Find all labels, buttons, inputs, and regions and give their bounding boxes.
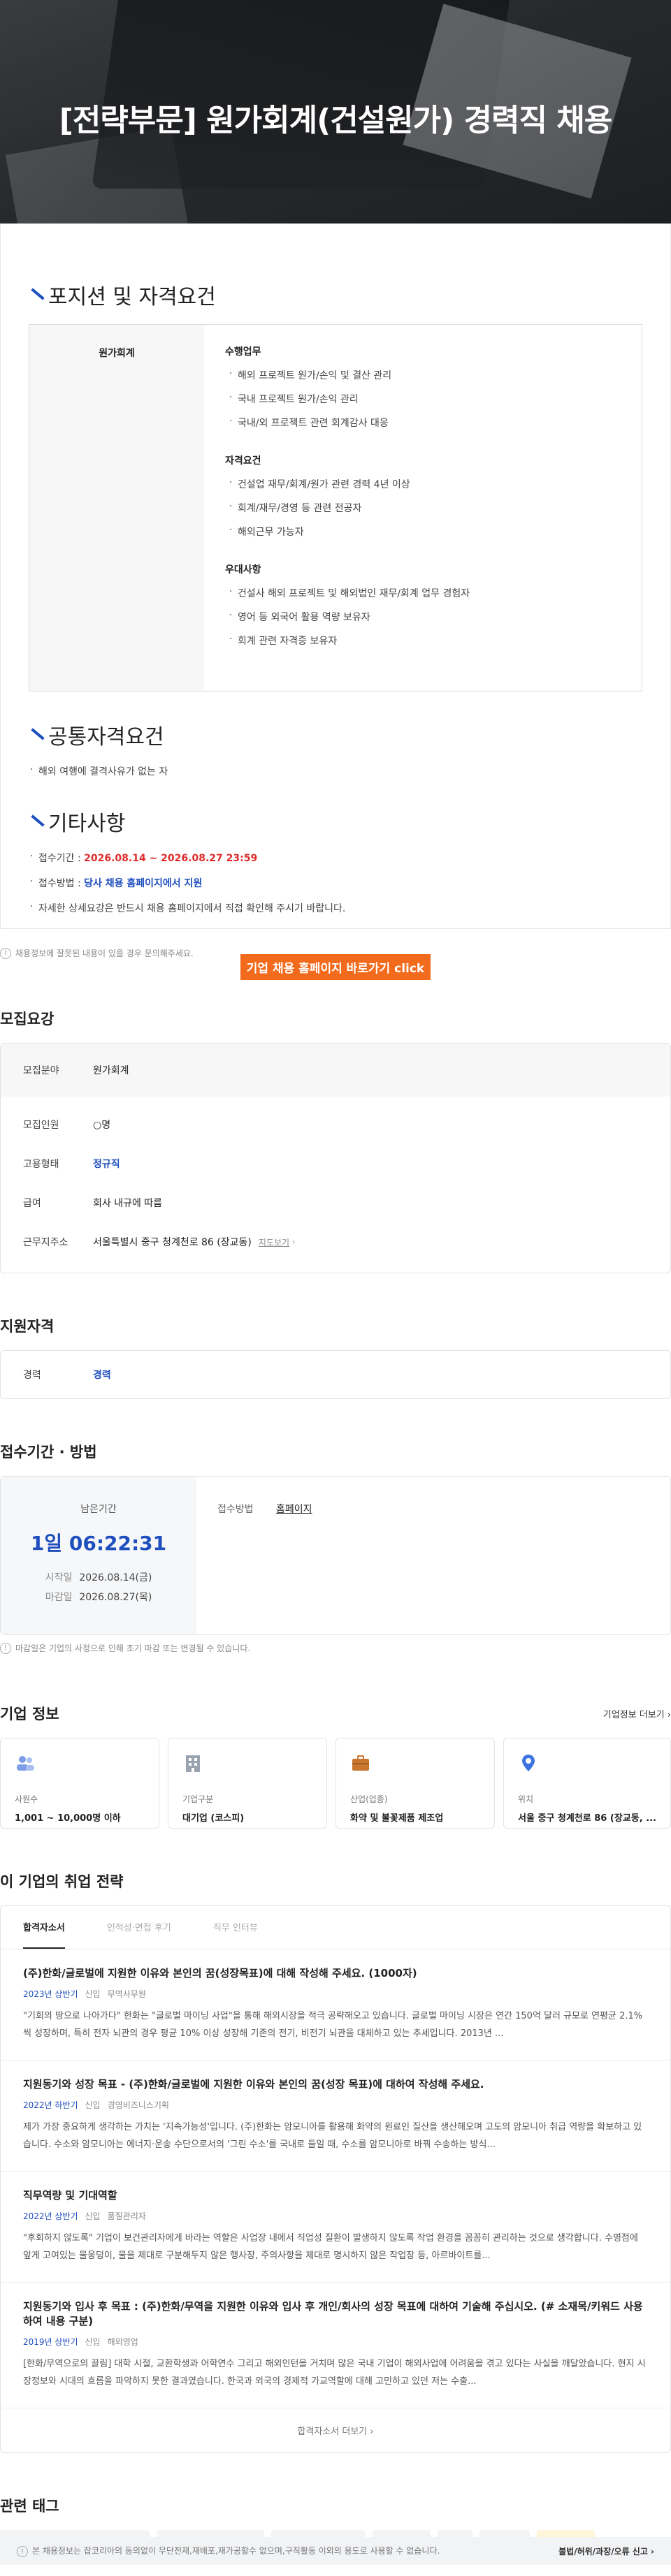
info-icon: ! (17, 2546, 28, 2558)
info-icon: ! (0, 1642, 11, 1654)
info-icon: ! (0, 947, 11, 959)
apply-method-link[interactable]: 홈페이지 (276, 1502, 312, 1609)
recruit-salary-row: 급여 회사 내규에 따름 (23, 1198, 163, 1209)
common-item: 해외 여행에 결격사유가 없는 자 (29, 764, 642, 778)
company-card-location: 위치 서울 중구 청계천로 86 (장교동, ... (503, 1738, 671, 1829)
building-icon (186, 1755, 200, 1772)
position-job: 원가회계 (29, 325, 204, 691)
company-homepage-button[interactable]: 기업 채용 홈페이지 바로가기 click (240, 954, 431, 980)
qualification-group: 자격요건 건설업 재무/회계/원가 관련 경력 4년 이상 회계/재무/경영 등… (225, 453, 470, 539)
company-card-industry: 산업(업종) 화약 및 불꽃제품 제조업 (336, 1738, 495, 1829)
recruit-type-row: 고용형태 정규직 (23, 1159, 120, 1170)
location-pin-icon (522, 1755, 535, 1771)
etc-period: 접수기간 : 2026.08.14 ~ 2026.08.27 23:59 (29, 851, 642, 865)
people-icon (17, 1756, 34, 1771)
briefcase-icon (352, 1755, 369, 1771)
strategy-section: 이 기업의 취업 전략 합격자소서 인적성·면접 후기 직무 인터뷰 (주)한화… (0, 1871, 671, 2453)
posting-detail: 포지션 및 자격요건 원가회계 수행업무 해외 프로젝트 원가/손익 및 결산 … (0, 224, 671, 980)
remaining-time: 1일 06:22:31 (30, 1532, 167, 1555)
company-title: 기업 정보 (0, 1706, 59, 1722)
strategy-title: 이 기업의 취업 전략 (0, 1873, 124, 1890)
recruit-field-row: 모집분야 원가회계 (1, 1044, 670, 1097)
company-card-type: 기업구분 대기업 (코스피) (168, 1738, 327, 1829)
copyright-bar: ! 본 채용정보는 잡코리아의 동의없이 무단전재,재배포,재가공할수 없으며,구… (0, 2537, 671, 2565)
tab-job-interview[interactable]: 직무 인터뷰 (213, 1906, 258, 1949)
chevron-right-icon: › (292, 1237, 296, 1247)
period-card: 남은기간 1일 06:22:31 시작일 2026.08.14(금) 마감일 202… (0, 1476, 671, 1635)
company-card-employees: 사원수 1,001 ~ 10,000명 이하 (0, 1738, 159, 1829)
report-link[interactable]: 불법/허위/과장/오류 신고 › (558, 2545, 654, 2557)
slash-icon (29, 287, 43, 302)
recruit-section: 모집요강 모집분야 원가회계 모집인원 ○명 고용형태 정규직 급여 회사 내규… (0, 1008, 671, 1273)
company-more-link[interactable]: 기업정보 더보기 › (603, 1707, 671, 1720)
tags-title: 관련 태그 (0, 2498, 59, 2515)
company-info-cards: 사원수 1,001 ~ 10,000명 이하 기업구분 대기업 (코스피) 산업… (0, 1738, 671, 1829)
resume-more-link[interactable]: 합격자소서 더보기 › (1, 2408, 670, 2452)
recruit-address-row: 근무지주소 서울특별시 중구 청계천로 86 (장교동) 지도보기 › (23, 1236, 296, 1248)
slash-icon (29, 727, 43, 742)
recruit-card: 모집분야 원가회계 모집인원 ○명 고용형태 정규직 급여 회사 내규에 따름 … (0, 1043, 671, 1273)
resume-item[interactable]: 지원동기와 성장 목표 - (주)한화/글로벌에 지원한 이유와 본인의 꿈(성… (1, 2061, 670, 2172)
tab-interview[interactable]: 인적성·면접 후기 (107, 1906, 171, 1949)
tab-resume[interactable]: 합격자소서 (23, 1906, 65, 1949)
qualify-section: 지원자격 경력 경력 (0, 1315, 671, 1399)
preferred-group: 우대사항 건설사 해외 프로젝트 및 해외법인 재무/회계 업무 경험자 영어 … (225, 562, 470, 647)
etc-method: 접수방법 : 당사 채용 홈페이지에서 지원 (29, 876, 642, 890)
resume-item[interactable]: (주)한화/글로벌에 지원한 이유와 본인의 꿈(성장목표)에 대해 작성해 주… (1, 1949, 670, 2061)
strategy-card: 합격자소서 인적성·면접 후기 직무 인터뷰 (주)한화/글로벌에 지원한 이유… (0, 1905, 671, 2453)
etc-note: 자세한 상세요강은 반드시 채용 홈페이지에서 직접 확인해 주시기 바랍니다. (29, 901, 642, 915)
common-section-title: 공통자격요건 (29, 719, 642, 750)
position-requirements: 수행업무 해외 프로젝트 원가/손익 및 결산 관리 국내 프로젝트 원가/손익… (204, 325, 491, 691)
job-posting-page: [전략부문] 원가회계(건설원가) 경력직 채용 포지션 및 자격요건 원가회계… (0, 0, 671, 2576)
qualify-card: 경력 경력 (0, 1350, 671, 1399)
position-table: 원가회계 수행업무 해외 프로젝트 원가/손익 및 결산 관리 국내 프로젝트 … (29, 324, 642, 691)
resume-item[interactable]: 직무역량 및 기대역할 2022년 상반기 신입 품질관리자 "후회하지 않도록" … (1, 2172, 670, 2283)
recruit-title: 모집요강 (0, 1011, 55, 1027)
deadline-notice: ! 마감일은 기업의 사정으로 인해 조기 마감 또는 변경될 수 있습니다. (0, 1642, 671, 1654)
qualify-title: 지원자격 (0, 1318, 55, 1335)
company-section: 기업 정보 기업정보 더보기 › 사원수 1,001 ~ 10,000명 이하 (0, 1703, 671, 1829)
strategy-tabs: 합격자소서 인적성·면접 후기 직무 인터뷰 (1, 1906, 670, 1949)
map-link[interactable]: 지도보기 (259, 1236, 289, 1248)
duty-group: 수행업무 해외 프로젝트 원가/손익 및 결산 관리 국내 프로젝트 원가/손익… (225, 344, 470, 430)
hero-banner: [전략부문] 원가회계(건설원가) 경력직 채용 (0, 0, 671, 224)
period-title: 접수기간 · 방법 (0, 1444, 97, 1461)
period-section: 접수기간 · 방법 남은기간 1일 06:22:31 시작일 2026.08.14… (0, 1441, 671, 1654)
position-section-title: 포지션 및 자격요건 (29, 279, 642, 310)
slash-icon (29, 814, 43, 829)
posting-title: [전략부문] 원가회계(건설원가) 경력직 채용 (59, 103, 613, 138)
resume-item[interactable]: 지원동기와 입사 후 목표 : (주)한화/무역을 지원한 이유와 입사 후 개… (1, 2283, 670, 2408)
recruit-count-row: 모집인원 ○명 (23, 1120, 111, 1131)
etc-section-title: 기타사항 (29, 806, 642, 837)
